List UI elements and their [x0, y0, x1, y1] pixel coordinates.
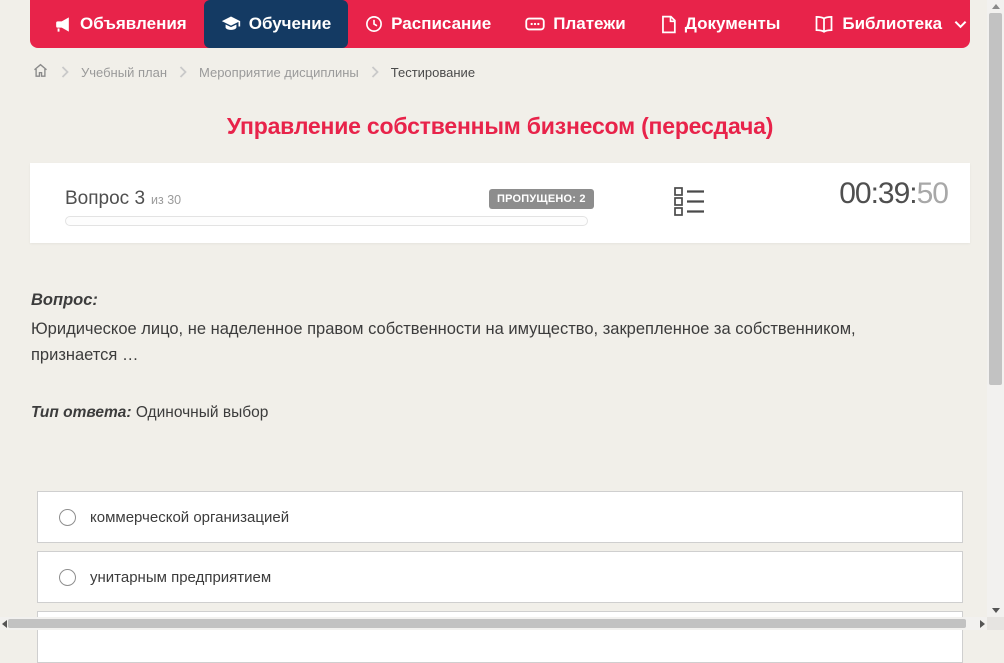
- scroll-left-arrow[interactable]: [2, 620, 7, 628]
- progress-bar: [65, 216, 588, 226]
- breadcrumb-study-plan[interactable]: Учебный план: [81, 65, 167, 80]
- answer-type-label: Тип ответа:: [31, 404, 132, 421]
- answer-option-label: унитарным предприятием: [90, 568, 272, 586]
- answer-option-label: коммерческой организацией: [90, 508, 290, 526]
- timer-seconds: 50: [916, 177, 949, 210]
- timer: 00:39:50: [839, 177, 949, 211]
- question-label: Вопрос:: [31, 291, 98, 309]
- clock-icon: [365, 15, 383, 33]
- radio-button[interactable]: [59, 508, 76, 526]
- nav-item-label: Документы: [684, 14, 781, 33]
- page-title: Управление собственным бизнесом (пересда…: [226, 113, 774, 139]
- nav-item-learning[interactable]: Обучение: [203, 0, 349, 48]
- question-number: Вопрос 3 из 30: [65, 188, 181, 210]
- nav-item-documents[interactable]: Документы: [643, 0, 798, 48]
- nav-item-payments[interactable]: Платежи: [508, 0, 643, 48]
- breadcrumb-separator-icon: [179, 66, 187, 78]
- top-navbar: Объявления Обучение Расписание Платежи Д…: [30, 0, 970, 48]
- timer-main: 00:39:: [839, 177, 917, 210]
- vertical-scrollbar[interactable]: [987, 0, 1004, 617]
- chevron-down-icon: [954, 20, 967, 29]
- scroll-right-arrow[interactable]: [980, 620, 985, 628]
- nav-item-label: Библиотека: [842, 14, 943, 33]
- vertical-scrollbar-thumb[interactable]: [989, 13, 1002, 385]
- breadcrumb-separator-icon: [61, 66, 69, 78]
- nav-item-schedule[interactable]: Расписание: [348, 0, 508, 48]
- breadcrumb-separator-icon: [371, 66, 379, 78]
- breadcrumb-testing: Тестирование: [390, 64, 476, 80]
- nav-item-label: Объявления: [80, 14, 187, 33]
- document-icon: [660, 15, 677, 34]
- nav-item-label: Обучение: [248, 14, 332, 33]
- wallet-icon: [525, 14, 545, 34]
- breadcrumb-discipline-event[interactable]: Мероприятие дисциплины: [199, 65, 359, 80]
- radio-button[interactable]: [59, 568, 76, 586]
- nav-item-library[interactable]: Библиотека: [797, 0, 984, 48]
- scrollbar-corner: [987, 617, 1004, 630]
- question-text: Юридическое лицо, не наделенное правом с…: [31, 320, 856, 364]
- question-list-icon[interactable]: [674, 186, 705, 221]
- question-number-label: Вопрос 3: [65, 188, 146, 209]
- answer-option-1[interactable]: коммерческой организацией: [37, 491, 963, 543]
- answer-type-value: Одиночный выбор: [135, 404, 269, 421]
- breadcrumb: Учебный план Мероприятие дисциплины Тест…: [32, 62, 475, 82]
- graduation-cap-icon: [221, 14, 241, 34]
- home-icon[interactable]: [32, 62, 49, 82]
- nav-item-label: Платежи: [553, 14, 626, 33]
- question-header-card: Вопрос 3 из 30 ПРОПУЩЕНО: 2 00:39:50: [30, 163, 970, 243]
- answer-type: Тип ответа: Одиночный выбор: [31, 404, 268, 422]
- question-total: из 30: [151, 193, 182, 207]
- horizontal-scrollbar[interactable]: [0, 617, 987, 630]
- scroll-down-arrow[interactable]: [992, 608, 1000, 613]
- skipped-badge: ПРОПУЩЕНО: 2: [489, 189, 594, 209]
- scroll-up-arrow[interactable]: [992, 4, 1000, 9]
- answer-option-2[interactable]: унитарным предприятием: [37, 551, 963, 603]
- megaphone-icon: [53, 15, 72, 34]
- horizontal-scrollbar-thumb[interactable]: [8, 619, 966, 628]
- nav-item-label: Расписание: [391, 14, 492, 33]
- book-icon: [814, 14, 834, 34]
- nav-item-announcements[interactable]: Объявления: [36, 0, 204, 48]
